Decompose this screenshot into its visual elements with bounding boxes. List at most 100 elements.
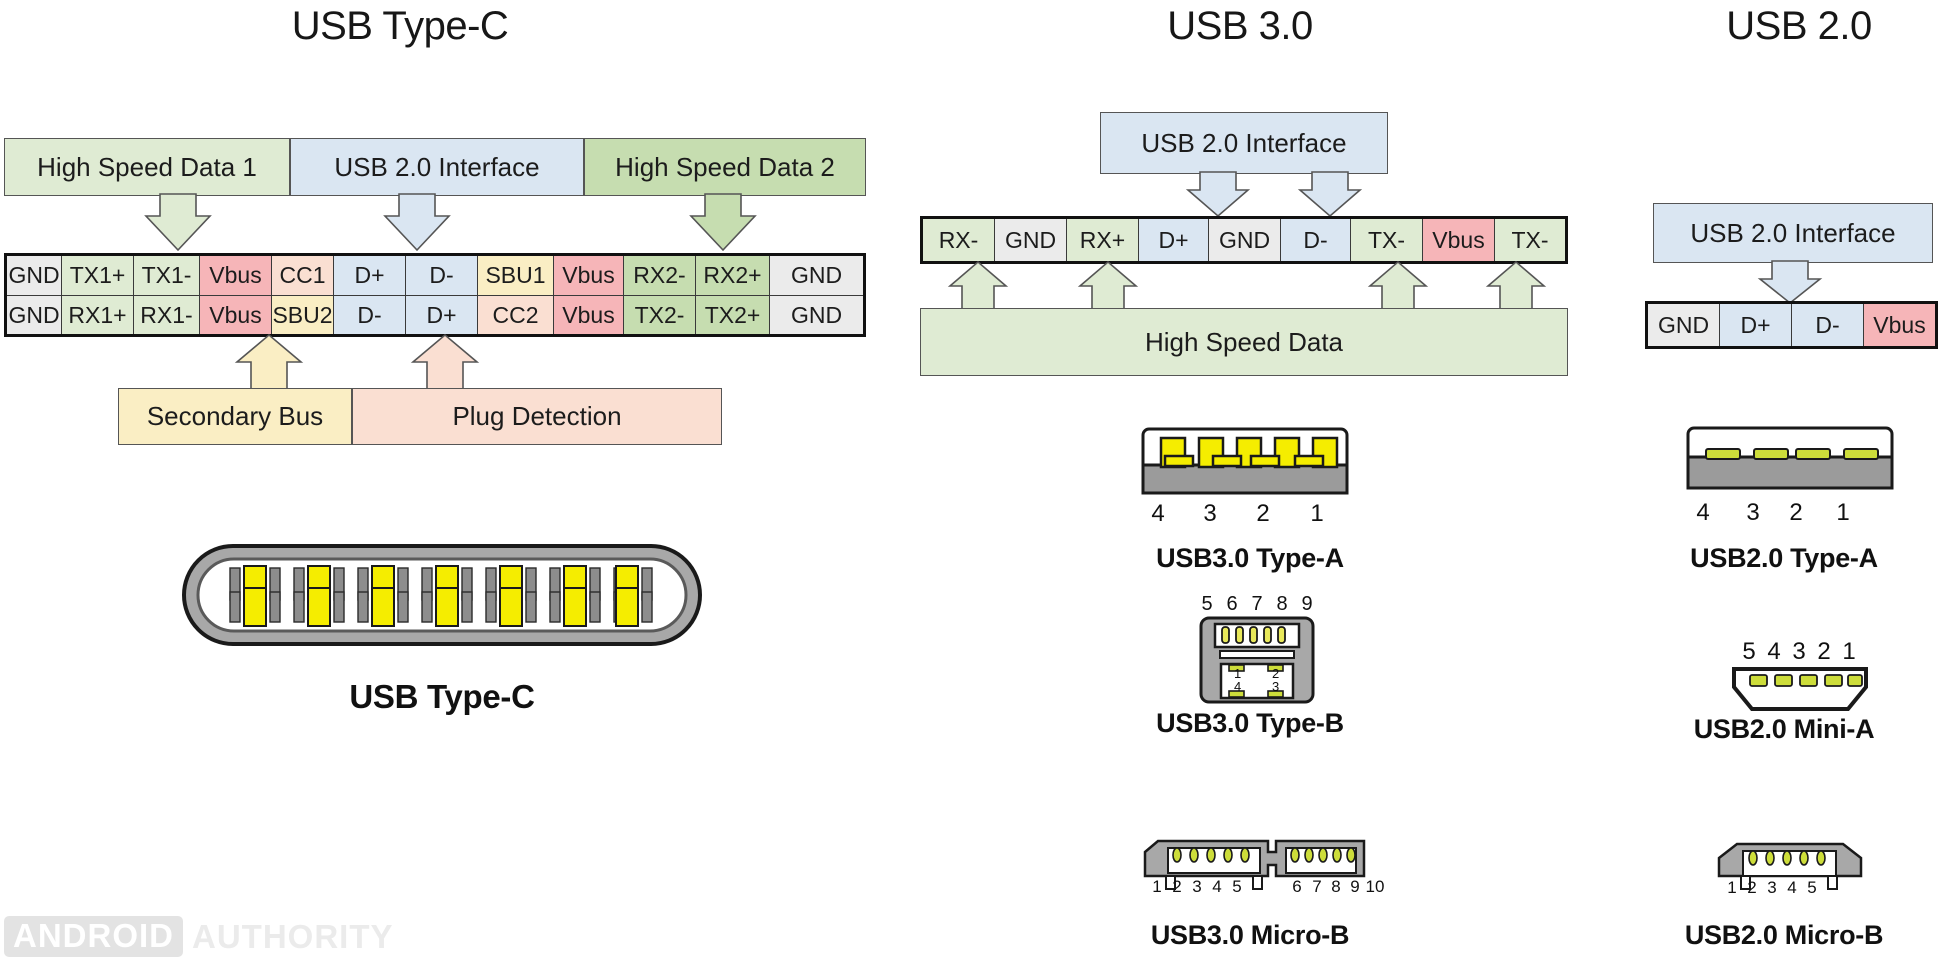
typec-bottom-bar-plug-detection: Plug Detection bbox=[352, 388, 722, 445]
pin-cell: SBU1 bbox=[478, 256, 554, 295]
pin-cell: SBU2 bbox=[272, 295, 334, 334]
pin-number: 6 bbox=[1292, 877, 1302, 896]
usb30-type-a-caption: USB3.0 Type-A bbox=[1156, 543, 1344, 573]
usb30-micro-b-caption: USB3.0 Micro-B bbox=[1150, 920, 1350, 950]
pin-number: 5 bbox=[1807, 878, 1817, 897]
typec-pin-table: GND TX1+ TX1- Vbus CC1 D+ D- SBU1 Vbus R… bbox=[4, 253, 866, 337]
watermark: ANDROID AUTHORITY bbox=[4, 916, 394, 957]
watermark-brand-box: ANDROID bbox=[4, 916, 183, 957]
type-c-connector-caption: USB Type-C bbox=[349, 678, 535, 715]
pin-number: 7 bbox=[1312, 877, 1322, 896]
pin-number: 4 bbox=[1787, 878, 1797, 897]
pin-number: 5 bbox=[1742, 638, 1756, 665]
pin-number: 1 bbox=[1836, 499, 1850, 526]
pin-cell: GND bbox=[7, 295, 62, 334]
pin-number: 3 bbox=[1203, 500, 1217, 527]
pin-number: 9 bbox=[1350, 877, 1360, 896]
usb20-type-a-caption: USB2.0 Type-A bbox=[1690, 543, 1878, 573]
watermark-brand-text: AUTHORITY bbox=[192, 918, 394, 955]
pin-cell: GND bbox=[1648, 304, 1720, 346]
label: USB 2.0 Interface bbox=[334, 151, 540, 182]
pin-cell: D- bbox=[406, 256, 478, 295]
pin-cell: GND bbox=[995, 219, 1067, 261]
pin-number: 3 bbox=[1792, 638, 1806, 665]
pin-number: 2 bbox=[1747, 878, 1757, 897]
pin-cell: RX- bbox=[923, 219, 995, 261]
pin-number: 2 bbox=[1172, 877, 1182, 896]
svg-text:3: 3 bbox=[1272, 679, 1279, 694]
svg-text:4: 4 bbox=[1234, 679, 1241, 694]
typec-pin-row-b: GND RX1+ RX1- Vbus SBU2 D- D+ CC2 Vbus T… bbox=[7, 295, 863, 334]
pin-cell: TX1- bbox=[134, 256, 200, 295]
typec-group-arrows bbox=[144, 193, 757, 252]
pin-cell: TX1+ bbox=[62, 256, 134, 295]
typec-bottom-arrows bbox=[234, 333, 480, 390]
label: High Speed Data bbox=[1144, 326, 1344, 357]
usb30-top-box-usb20-interface: USB 2.0 Interface bbox=[1100, 112, 1388, 174]
pin-cell: GND bbox=[1209, 219, 1281, 261]
pin-number: 5 bbox=[1201, 593, 1213, 615]
label: High Speed Data 1 bbox=[37, 151, 257, 182]
pin-number: 4 bbox=[1151, 500, 1165, 527]
label: Plug Detection bbox=[452, 401, 622, 431]
pin-cell: RX+ bbox=[1067, 219, 1139, 261]
pin-cell: GND bbox=[7, 256, 62, 295]
usb30-type-b-caption: USB3.0 Type-B bbox=[1156, 708, 1344, 738]
pin-number: 10 bbox=[1365, 877, 1385, 896]
pin-cell: CC1 bbox=[272, 256, 334, 295]
page-title-type-c: USB Type-C bbox=[291, 4, 509, 48]
usb30-pin-table: RX- GND RX+ D+ GND D- TX- Vbus TX- bbox=[920, 216, 1568, 264]
usb-type-c-connector-icon bbox=[182, 544, 702, 646]
usb20-pin-row: GND D+ D- Vbus bbox=[1648, 304, 1935, 346]
usb20-micro-b-caption: USB2.0 Micro-B bbox=[1684, 920, 1884, 950]
pin-number: 4 bbox=[1696, 499, 1710, 526]
usb30-type-a-connector-icon bbox=[1141, 427, 1349, 495]
pin-number: 6 bbox=[1226, 593, 1238, 615]
label: High Speed Data 2 bbox=[615, 151, 835, 182]
pin-cell: Vbus bbox=[554, 295, 624, 334]
usb30-type-b-connector-icon: 1 2 4 3 bbox=[1199, 616, 1315, 704]
pin-number: 3 bbox=[1192, 877, 1202, 896]
pin-number: 1 bbox=[1310, 500, 1324, 527]
pin-cell: RX2- bbox=[624, 256, 696, 295]
pin-cell: D+ bbox=[406, 295, 478, 334]
pin-cell: Vbus bbox=[200, 295, 272, 334]
page-title-usb30: USB 3.0 bbox=[1167, 4, 1313, 48]
label: USB 2.0 Interface bbox=[1141, 127, 1347, 158]
usb30-bottom-box-high-speed-data: High Speed Data bbox=[920, 308, 1568, 376]
pin-cell: TX2+ bbox=[696, 295, 770, 334]
usb20-mini-a-connector-icon bbox=[1732, 667, 1868, 711]
pin-cell: D- bbox=[334, 295, 406, 334]
pin-number: 1 bbox=[1842, 638, 1856, 665]
pin-cell: Vbus bbox=[200, 256, 272, 295]
pin-cell: TX- bbox=[1495, 219, 1565, 261]
typec-bottom-bar-secondary-bus: Secondary Bus bbox=[118, 388, 352, 445]
usb20-mini-a-caption: USB2.0 Mini-A bbox=[1693, 714, 1875, 744]
typec-group-bar-high-speed-data-1: High Speed Data 1 bbox=[4, 138, 290, 196]
pin-number: 4 bbox=[1767, 638, 1781, 665]
usb30-top-arrows bbox=[1185, 171, 1363, 218]
pin-number: 1 bbox=[1727, 878, 1737, 897]
usb20-pin-table: GND D+ D- Vbus bbox=[1645, 301, 1938, 349]
pin-cell: Vbus bbox=[1864, 304, 1935, 346]
label: USB 2.0 Interface bbox=[1690, 217, 1896, 248]
pin-cell: D- bbox=[1792, 304, 1864, 346]
typec-group-bar-usb20-interface: USB 2.0 Interface bbox=[290, 138, 584, 196]
pin-number: 5 bbox=[1232, 877, 1242, 896]
pin-number: 8 bbox=[1276, 593, 1288, 615]
pin-cell: RX1+ bbox=[62, 295, 134, 334]
pin-cell: CC2 bbox=[478, 295, 554, 334]
pin-number: 3 bbox=[1746, 499, 1760, 526]
pin-number: 2 bbox=[1817, 638, 1831, 665]
pin-cell: TX2- bbox=[624, 295, 696, 334]
pin-cell: TX- bbox=[1351, 219, 1423, 261]
pin-number: 3 bbox=[1767, 878, 1777, 897]
pin-cell: GND bbox=[770, 295, 863, 334]
usb20-top-box-usb20-interface: USB 2.0 Interface bbox=[1653, 203, 1933, 263]
pin-number: 2 bbox=[1789, 499, 1803, 526]
pin-number: 2 bbox=[1256, 500, 1270, 527]
usb30-pin-row: RX- GND RX+ D+ GND D- TX- Vbus TX- bbox=[923, 219, 1565, 261]
typec-pin-row-a: GND TX1+ TX1- Vbus CC1 D+ D- SBU1 Vbus R… bbox=[7, 256, 863, 295]
pin-cell: D+ bbox=[1139, 219, 1209, 261]
pin-number: 8 bbox=[1331, 877, 1341, 896]
